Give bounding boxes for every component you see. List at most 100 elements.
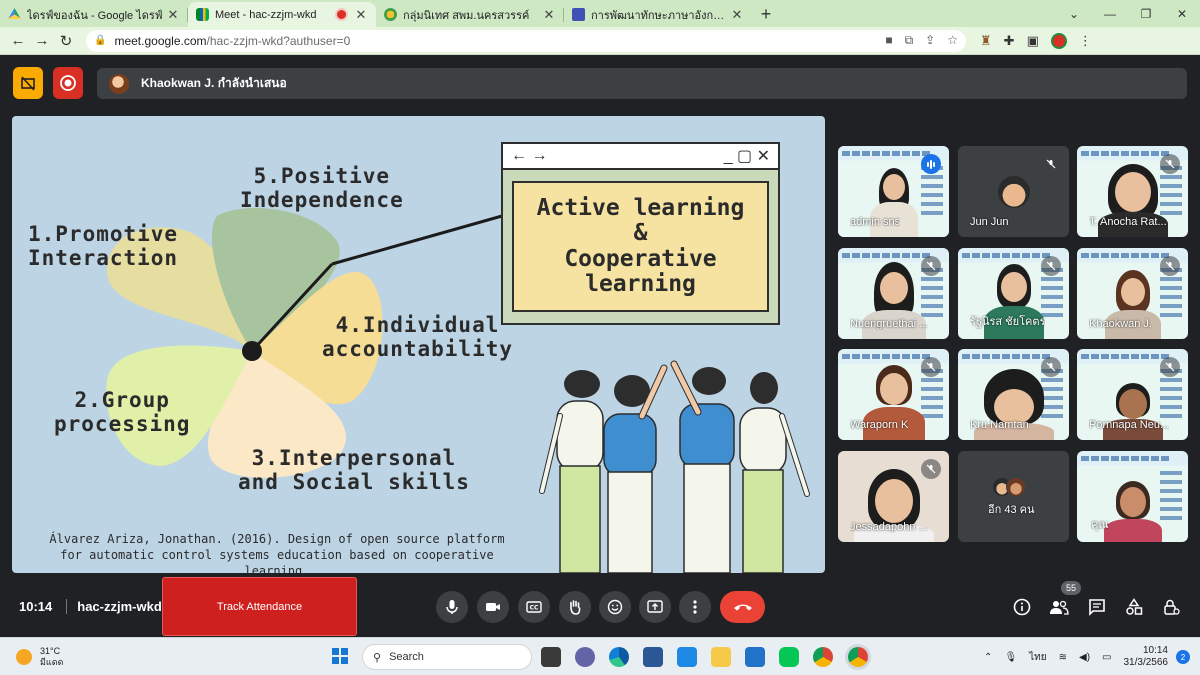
bookmark-star-icon[interactable]: ☆ bbox=[947, 33, 958, 48]
translate-icon[interactable]: ⧉ bbox=[905, 33, 914, 48]
mic-off-icon bbox=[921, 357, 941, 377]
close-tab-icon[interactable]: ✕ bbox=[730, 7, 744, 23]
forward-icon[interactable]: → bbox=[30, 29, 54, 53]
omnibox-icons: ■ ⧉ ⇪ ☆ bbox=[885, 33, 958, 48]
tab-supervision-group[interactable]: กลุ่มนิเทศ สพม.นครสวรรค์ ✕ bbox=[376, 2, 564, 27]
participant-tile[interactable]: Nuengruethai ... bbox=[838, 248, 949, 339]
participant-tile[interactable]: admin sns bbox=[838, 146, 949, 237]
avatar-face bbox=[1114, 172, 1151, 212]
camera-in-use-icon[interactable]: ■ bbox=[885, 33, 892, 48]
recording-icon[interactable] bbox=[53, 67, 83, 99]
share-icon[interactable]: ⇪ bbox=[925, 33, 935, 48]
microphone-button[interactable] bbox=[436, 591, 468, 623]
extension-icon[interactable]: ♜ bbox=[980, 33, 992, 49]
volume-icon[interactable]: ◀) bbox=[1079, 652, 1090, 663]
participant-tile[interactable]: รัฐนิรส ชัยโคตร bbox=[958, 248, 1069, 339]
participant-name: T. Anocha Rat... bbox=[1089, 216, 1167, 228]
tray-clock[interactable]: 10:14 31/3/2566 bbox=[1124, 645, 1169, 670]
participant-tile[interactable]: Khaokwan J. bbox=[1077, 248, 1188, 339]
tab-english-skills[interactable]: การพัฒนาทักษะภาษาอังกฤษ English ✕ bbox=[564, 2, 752, 27]
participant-name: Kru Namtan bbox=[970, 419, 1029, 431]
search-icon: ⚲ bbox=[373, 651, 382, 664]
extension-icons: ♜ ✚ ▣ ⋮ bbox=[980, 32, 1092, 49]
mic-off-icon bbox=[921, 459, 941, 479]
participant-tile[interactable]: Waraporn K bbox=[838, 349, 949, 440]
battery-icon[interactable]: ▭ bbox=[1102, 652, 1111, 663]
url-input[interactable]: 🔒 meet.google.com/hac-zzjm-wkd?authuser=… bbox=[86, 29, 966, 52]
emoji-button[interactable] bbox=[599, 591, 631, 623]
taskbar-search[interactable]: ⚲ Search bbox=[362, 644, 532, 670]
mail-icon[interactable] bbox=[745, 647, 765, 667]
windows-start-icon[interactable] bbox=[332, 648, 348, 664]
window-nav-arrows: ← → bbox=[511, 147, 548, 164]
reload-icon[interactable]: ↻ bbox=[54, 29, 78, 53]
minimize-icon[interactable]: — bbox=[1092, 0, 1128, 27]
app-l-icon[interactable] bbox=[677, 647, 697, 667]
input-language[interactable]: ไทย bbox=[1029, 650, 1046, 665]
present-screen-button[interactable] bbox=[639, 591, 671, 623]
tab-google-drive[interactable]: ไดรฟ์ของฉัน - Google ไดรฟ์ ✕ bbox=[0, 2, 188, 27]
microphone-tray-icon[interactable]: 🎙 bbox=[1004, 652, 1017, 663]
leave-call-button[interactable] bbox=[720, 591, 765, 623]
menu-kebab-icon[interactable]: ⋮ bbox=[1079, 33, 1092, 49]
globe-icon bbox=[384, 8, 397, 21]
host-controls-icon[interactable] bbox=[1160, 596, 1182, 618]
meeting-time: 10:14 bbox=[19, 599, 53, 614]
tray-date: 31/3/2566 bbox=[1123, 657, 1169, 668]
track-attendance-button[interactable]: Track Attendance bbox=[162, 577, 357, 636]
meeting-info: 10:14 hac-zzjm-wkd bbox=[19, 599, 162, 614]
restore-icon[interactable]: ❐ bbox=[1128, 0, 1164, 27]
tab-search-icon[interactable]: ⌄ bbox=[1056, 0, 1092, 27]
participant-name: รัฐนิรส ชัยโคตร bbox=[970, 316, 1046, 328]
close-tab-icon[interactable]: ✕ bbox=[354, 7, 368, 23]
participant-tile[interactable]: Jun Jun bbox=[958, 146, 1069, 237]
activities-icon[interactable] bbox=[1123, 596, 1145, 618]
edge-icon[interactable] bbox=[609, 647, 629, 667]
participant-count-badge: 55 bbox=[1061, 581, 1081, 595]
captions-button[interactable]: CC bbox=[518, 591, 550, 623]
participant-tile[interactable]: Jessadapohn ... bbox=[838, 451, 949, 542]
avatar bbox=[1006, 477, 1026, 497]
new-tab-button[interactable]: + bbox=[752, 2, 780, 27]
teams-chat-icon[interactable] bbox=[575, 647, 595, 667]
close-tab-icon[interactable]: ✕ bbox=[542, 7, 556, 23]
tab-meet[interactable]: Meet - hac-zzjm-wkd ✕ bbox=[188, 2, 376, 27]
participant-tile[interactable]: Pornnapa Neu... bbox=[1077, 349, 1188, 440]
participant-tile[interactable]: Kru Namtan bbox=[958, 349, 1069, 440]
back-icon[interactable]: ← bbox=[6, 29, 30, 53]
mic-off-icon bbox=[1160, 357, 1180, 377]
chevron-up-icon[interactable]: ⌃ bbox=[984, 652, 992, 663]
speaking-indicator-icon bbox=[921, 154, 941, 174]
more-participants-tile[interactable]: อีก 43 คน bbox=[958, 451, 1069, 542]
tab-title: ไดรฟ์ของฉัน - Google ไดรฟ์ bbox=[27, 9, 163, 22]
profile-avatar[interactable] bbox=[1050, 32, 1067, 49]
tab-title: การพัฒนาทักษะภาษาอังกฤษ English bbox=[591, 9, 730, 22]
puzzle-icon[interactable]: ✚ bbox=[1004, 33, 1015, 49]
line-icon[interactable] bbox=[779, 647, 799, 667]
task-view-icon[interactable] bbox=[541, 647, 561, 667]
people-icon[interactable] bbox=[1048, 596, 1070, 618]
search-placeholder: Search bbox=[389, 651, 424, 663]
chrome-icon[interactable] bbox=[813, 647, 833, 667]
file-explorer-icon[interactable] bbox=[711, 647, 731, 667]
wifi-icon[interactable]: ≋ bbox=[1059, 652, 1067, 663]
close-tab-icon[interactable]: ✕ bbox=[166, 7, 180, 23]
chat-icon[interactable] bbox=[1086, 596, 1108, 618]
captions-off-icon[interactable] bbox=[13, 67, 43, 99]
chrome-active-icon[interactable] bbox=[848, 647, 868, 667]
slide-heading: Active learning & Cooperative learning bbox=[536, 194, 745, 297]
raise-hand-button[interactable] bbox=[559, 591, 591, 623]
notification-badge[interactable]: 2 bbox=[1176, 650, 1190, 664]
tray-time: 10:14 bbox=[1142, 644, 1168, 656]
side-panel-icon[interactable]: ▣ bbox=[1027, 33, 1039, 49]
presenting-text: Khaokwan J. กำลังนำเสนอ bbox=[141, 76, 287, 90]
close-window-icon[interactable]: ✕ bbox=[1164, 0, 1200, 27]
meeting-details-icon[interactable] bbox=[1011, 596, 1033, 618]
word-icon[interactable] bbox=[643, 647, 663, 667]
participant-tile[interactable]: T. Anocha Rat... bbox=[1077, 146, 1188, 237]
captions-icon: CC bbox=[526, 601, 542, 613]
more-options-button[interactable] bbox=[679, 591, 711, 623]
camera-button[interactable] bbox=[477, 591, 509, 623]
self-view-tile[interactable]: คุณ bbox=[1077, 451, 1188, 542]
weather-widget[interactable]: 31°C มีแดด bbox=[16, 646, 63, 669]
